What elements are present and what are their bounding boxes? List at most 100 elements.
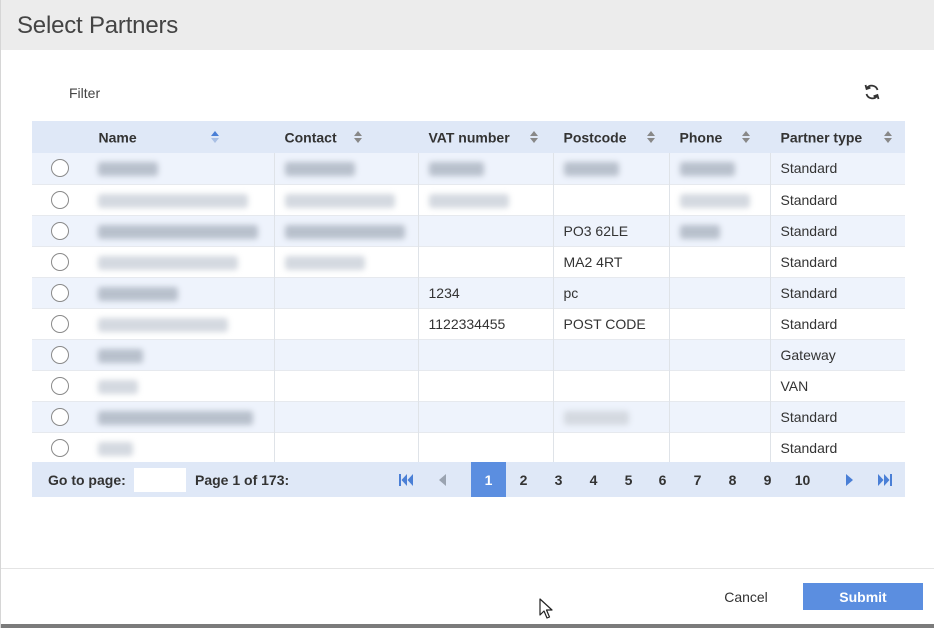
cell-postcode: pc — [553, 277, 670, 308]
redacted-text — [98, 410, 253, 425]
row-select-radio[interactable] — [51, 345, 69, 364]
cell-postcode — [553, 339, 670, 370]
previous-page-icon[interactable] — [424, 462, 459, 497]
column-header-phone[interactable]: Phone — [669, 121, 771, 153]
cell-partner-type: Gateway — [770, 339, 905, 370]
cell-partner-type: VAN — [770, 370, 905, 401]
cancel-button[interactable]: Cancel — [716, 584, 776, 610]
dialog-title-bar: Select Partners — [1, 0, 934, 50]
cell-name — [88, 432, 275, 463]
redacted-text — [284, 255, 365, 270]
sort-ascending-icon[interactable] — [210, 130, 219, 144]
redacted-text — [98, 224, 258, 239]
cell-contact — [274, 277, 419, 308]
column-header-vat-number[interactable]: VAT number — [418, 121, 554, 153]
cell-phone — [669, 184, 771, 215]
page-button-9[interactable]: 9 — [750, 462, 785, 497]
cell-phone — [669, 246, 771, 277]
cell-partner-type: Standard — [770, 308, 905, 339]
cell-partner-type: Standard — [770, 153, 905, 184]
redacted-text — [563, 410, 629, 425]
page-button-5[interactable]: 5 — [611, 462, 646, 497]
page-button-10[interactable]: 10 — [785, 462, 820, 497]
row-select-radio[interactable] — [51, 252, 69, 271]
cell-partner-type: Standard — [770, 246, 905, 277]
redacted-text — [98, 286, 178, 301]
first-page-icon[interactable] — [388, 462, 423, 497]
cell-contact — [274, 339, 419, 370]
table-row[interactable]: Standard — [32, 184, 905, 215]
row-select-radio[interactable] — [51, 407, 69, 426]
table-row[interactable]: 1122334455 POST CODE Standard — [32, 308, 905, 339]
cell-name — [88, 339, 275, 370]
cell-vat — [418, 432, 554, 463]
cell-name — [88, 370, 275, 401]
cell-partner-type: Standard — [770, 432, 905, 463]
table-row[interactable]: Gateway — [32, 339, 905, 370]
row-select-radio[interactable] — [51, 376, 69, 395]
sort-icon[interactable] — [646, 130, 655, 144]
redacted-text — [284, 162, 355, 177]
cell-name — [88, 308, 275, 339]
table-row[interactable]: Standard — [32, 153, 905, 184]
select-partners-dialog: Select Partners Filter Name Contact VAT … — [0, 0, 934, 628]
refresh-icon[interactable] — [863, 82, 881, 102]
column-header-postcode[interactable]: Postcode — [553, 121, 670, 153]
page-button-8[interactable]: 8 — [715, 462, 750, 497]
cell-phone — [669, 401, 771, 432]
cell-contact — [274, 308, 419, 339]
page-button-1[interactable]: 1 — [471, 462, 506, 497]
column-header-contact[interactable]: Contact — [274, 121, 419, 153]
column-header-partner-type[interactable]: Partner type — [770, 121, 905, 153]
row-select-radio[interactable] — [51, 283, 69, 302]
page-button-6[interactable]: 6 — [645, 462, 680, 497]
cell-vat — [418, 401, 554, 432]
redacted-text — [679, 224, 720, 239]
sort-icon[interactable] — [353, 130, 362, 144]
cell-postcode: PO3 62LE — [553, 215, 670, 246]
row-select-radio[interactable] — [51, 159, 69, 178]
column-label: VAT number — [428, 129, 510, 146]
cell-vat — [418, 153, 554, 184]
footer-divider — [1, 568, 934, 569]
filter-toggle[interactable]: Filter — [69, 85, 100, 101]
table-row[interactable]: Standard — [32, 401, 905, 432]
cell-contact — [274, 184, 419, 215]
goto-page-input[interactable] — [134, 468, 186, 492]
sort-icon[interactable] — [883, 130, 892, 144]
next-page-icon[interactable] — [832, 462, 867, 497]
page-button-4[interactable]: 4 — [576, 462, 611, 497]
row-select-radio[interactable] — [51, 438, 69, 457]
table-row[interactable]: MA2 4RT Standard — [32, 246, 905, 277]
cell-vat: 1234 — [418, 277, 554, 308]
sort-icon[interactable] — [529, 130, 538, 144]
column-label: Partner type — [780, 129, 863, 146]
cell-partner-type: Standard — [770, 401, 905, 432]
table-header-row: Name Contact VAT number Postcode Phone P… — [32, 121, 905, 153]
cell-contact — [274, 401, 419, 432]
cell-phone — [669, 277, 771, 308]
redacted-text — [98, 379, 138, 394]
cell-name — [88, 215, 275, 246]
table-row[interactable]: VAN — [32, 370, 905, 401]
row-select-radio[interactable] — [51, 190, 69, 209]
cell-vat — [418, 184, 554, 215]
table-row[interactable]: PO3 62LE Standard — [32, 215, 905, 246]
row-select-radio[interactable] — [51, 221, 69, 240]
table-row[interactable]: 1234 pc Standard — [32, 277, 905, 308]
table-row[interactable]: Standard — [32, 432, 905, 463]
redacted-text — [679, 193, 750, 208]
select-column-header — [32, 121, 89, 153]
page-button-2[interactable]: 2 — [506, 462, 541, 497]
last-page-icon[interactable] — [867, 462, 902, 497]
page-button-7[interactable]: 7 — [680, 462, 715, 497]
column-label: Contact — [284, 129, 337, 146]
sort-icon[interactable] — [741, 130, 750, 144]
row-select-radio[interactable] — [51, 314, 69, 333]
submit-button[interactable]: Submit — [803, 583, 923, 610]
cell-vat — [418, 370, 554, 401]
column-header-name[interactable]: Name — [88, 121, 275, 153]
cell-phone — [669, 308, 771, 339]
page-button-3[interactable]: 3 — [541, 462, 576, 497]
cell-postcode — [553, 153, 670, 184]
